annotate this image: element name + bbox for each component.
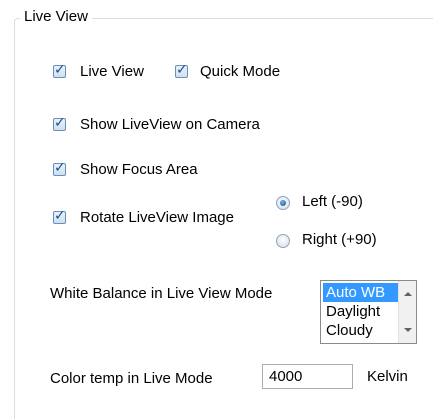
white-balance-option-daylight[interactable]: Daylight xyxy=(323,302,399,321)
rotate-liveview-image-checkbox[interactable] xyxy=(53,208,66,224)
show-liveview-on-camera-label[interactable]: Show LiveView on Camera xyxy=(80,116,260,133)
white-balance-scrollbar[interactable] xyxy=(398,281,416,343)
show-focus-area-checkbox[interactable] xyxy=(53,160,66,176)
white-balance-option-cloudy[interactable]: Cloudy xyxy=(323,321,399,340)
white-balance-option-auto-wb[interactable]: Auto WB xyxy=(323,283,399,302)
rotate-liveview-image-label[interactable]: Rotate LiveView Image xyxy=(80,209,234,226)
white-balance-listbox[interactable]: Auto WB Daylight Cloudy xyxy=(320,280,417,344)
white-balance-label: White Balance in Live View Mode xyxy=(50,285,273,302)
groupbox-title: Live View xyxy=(20,8,92,25)
quick-mode-label[interactable]: Quick Mode xyxy=(200,63,280,80)
live-view-checkbox[interactable] xyxy=(53,62,66,78)
quick-mode-checkbox[interactable] xyxy=(175,62,188,78)
rotate-left-label[interactable]: Left (-90) xyxy=(302,193,363,210)
rotate-left-radio[interactable] xyxy=(276,196,290,210)
live-view-label[interactable]: Live View xyxy=(80,63,144,80)
scroll-up-icon[interactable] xyxy=(404,292,412,296)
rotate-right-label[interactable]: Right (+90) xyxy=(302,231,377,248)
rotate-right-radio[interactable] xyxy=(276,234,290,248)
color-temp-input[interactable]: 4000 xyxy=(262,364,353,389)
kelvin-unit-label: Kelvin xyxy=(367,368,408,385)
color-temp-label: Color temp in Live Mode xyxy=(50,370,213,387)
show-liveview-on-camera-checkbox[interactable] xyxy=(53,115,66,131)
scroll-down-icon[interactable] xyxy=(404,328,412,332)
show-focus-area-label[interactable]: Show Focus Area xyxy=(80,161,198,178)
